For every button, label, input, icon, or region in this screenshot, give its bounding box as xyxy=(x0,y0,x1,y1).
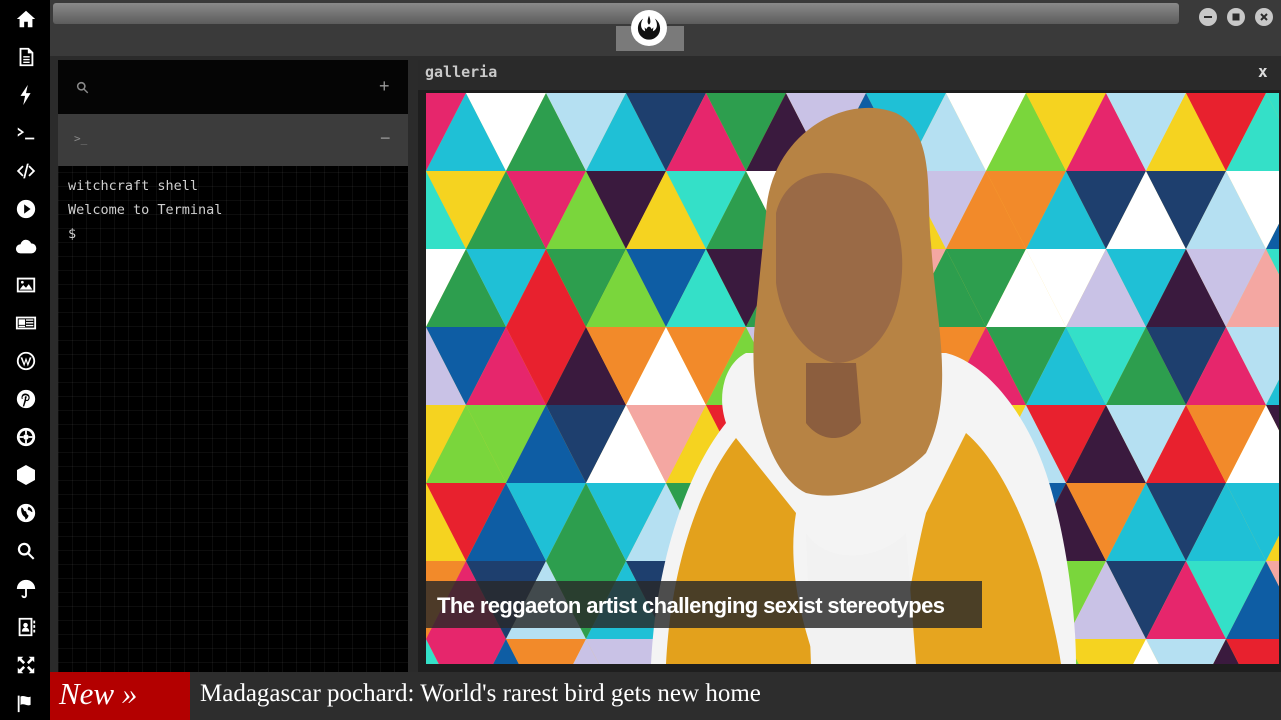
gallery-caption: The reggaeton artist challenging sexist … xyxy=(426,581,982,628)
home-icon[interactable] xyxy=(13,6,39,32)
terminal-search-bar[interactable]: + xyxy=(58,60,408,114)
search-icon[interactable] xyxy=(13,538,39,564)
document-icon[interactable] xyxy=(13,44,39,70)
cloud-icon[interactable] xyxy=(13,234,39,260)
terminal-line: witchcraft shell xyxy=(68,178,199,194)
flag-icon[interactable] xyxy=(13,690,39,716)
terminal-icon[interactable] xyxy=(13,120,39,146)
terminal-line: Welcome to Terminal xyxy=(68,202,223,218)
code-icon[interactable] xyxy=(13,158,39,184)
terminal-tab[interactable]: >_ − xyxy=(58,114,408,166)
fullscreen-icon[interactable] xyxy=(13,652,39,678)
app-sidebar xyxy=(0,0,50,720)
bolt-icon[interactable] xyxy=(13,82,39,108)
ticker-label: New » xyxy=(50,672,190,720)
terminal-prompt[interactable]: $ xyxy=(68,226,76,242)
collapse-tab-button[interactable]: − xyxy=(380,128,391,149)
search-icon[interactable] xyxy=(75,80,90,95)
image-icon[interactable] xyxy=(13,272,39,298)
minimize-button[interactable] xyxy=(1199,8,1217,26)
galactic-empire-icon[interactable] xyxy=(13,424,39,450)
gallery-close-button[interactable]: x xyxy=(1258,62,1268,81)
play-icon[interactable] xyxy=(13,196,39,222)
newspaper-icon[interactable] xyxy=(13,310,39,336)
gallery-image[interactable] xyxy=(426,93,1279,664)
add-tab-button[interactable]: + xyxy=(379,76,390,97)
terminal-panel[interactable]: + >_ − witchcraft shell Welcome to Termi… xyxy=(58,60,408,672)
globe-icon[interactable] xyxy=(13,500,39,526)
geometry-icon[interactable] xyxy=(13,462,39,488)
maximize-button[interactable] xyxy=(1227,8,1245,26)
terminal-prompt-icon: >_ xyxy=(74,132,88,145)
close-button[interactable] xyxy=(1255,8,1273,26)
gallery-header xyxy=(418,60,1281,90)
pinterest-icon[interactable] xyxy=(13,386,39,412)
portrait-figure xyxy=(651,107,1076,664)
wordpress-icon[interactable] xyxy=(13,348,39,374)
contacts-icon[interactable] xyxy=(13,614,39,640)
rebel-alliance-icon[interactable] xyxy=(631,10,667,46)
gallery-title: galleria xyxy=(425,63,498,81)
ticker-headline[interactable]: Madagascar pochard: World's rarest bird … xyxy=(200,680,761,708)
address-bar[interactable] xyxy=(53,3,1179,24)
umbrella-icon[interactable] xyxy=(13,576,39,602)
